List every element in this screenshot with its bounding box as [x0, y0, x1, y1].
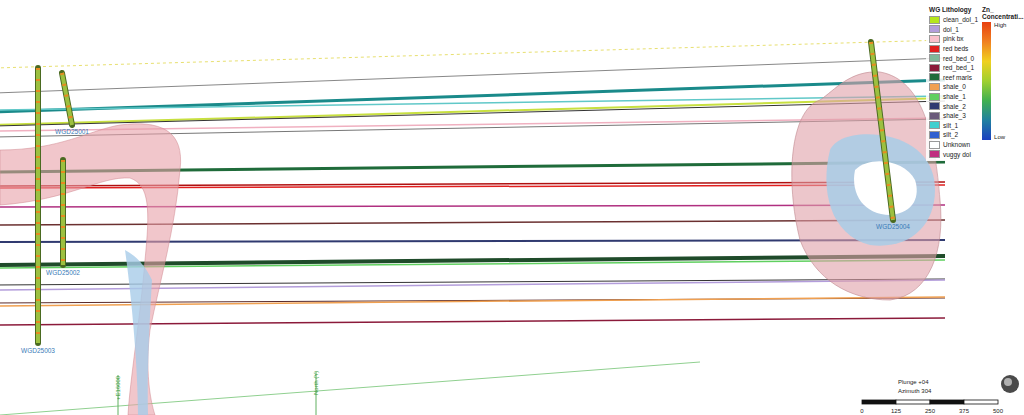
legend-swatch — [929, 141, 940, 149]
axis-label: North (Y) — [313, 371, 319, 395]
legend-swatch — [929, 25, 940, 33]
legend-panel: WG Lithology clean_dol_1dol_1pink bxred b… — [926, 4, 1024, 161]
drillhole-assay — [871, 42, 893, 220]
colorbar-low: Low — [994, 134, 1006, 140]
scale-bar — [862, 400, 998, 404]
legend-swatch — [929, 16, 940, 24]
pink-mesh[interactable] — [792, 72, 941, 300]
horizon-surface[interactable] — [0, 58, 945, 93]
pink-mesh[interactable] — [0, 124, 181, 415]
legend-item[interactable]: reef marls — [929, 73, 978, 83]
blue-mesh[interactable] — [125, 250, 152, 415]
drillhole[interactable] — [60, 160, 66, 265]
legend-swatch — [929, 131, 940, 139]
viewer[interactable]: WGD25003 WGD25001 WGD25002 WGD25004 +E16000 N… — [0, 0, 1024, 415]
drillhole-assay — [62, 73, 72, 125]
legend-item[interactable]: silt_1 — [929, 121, 978, 131]
colorbar-high: High — [994, 22, 1006, 28]
legend-item[interactable]: shale_3 — [929, 111, 978, 121]
drillhole-core — [871, 42, 893, 220]
legend-swatch — [929, 73, 940, 81]
legend-title: WG Lithology — [929, 6, 978, 13]
drillhole-core — [36, 68, 40, 343]
drillhole-label[interactable]: WGD25001 — [55, 128, 89, 135]
legend-swatch — [929, 54, 940, 62]
legend-swatch — [929, 83, 940, 91]
legend-item[interactable]: silt_2 — [929, 130, 978, 140]
legend-item[interactable]: red beds — [929, 44, 978, 54]
legend-item[interactable]: shale_1 — [929, 92, 978, 102]
legend-swatch — [929, 102, 940, 110]
legend-item[interactable]: shale_0 — [929, 82, 978, 92]
legend-swatch — [929, 45, 940, 53]
drillhole-assay — [36, 68, 40, 343]
legend-item[interactable]: dol_1 — [929, 25, 978, 35]
legend-swatch — [929, 121, 940, 129]
drillhole-label[interactable]: WGD25002 — [46, 269, 80, 276]
legend-item[interactable]: pink bx — [929, 34, 978, 44]
horizon-surface[interactable] — [0, 80, 945, 112]
scene-canvas[interactable]: WGD25003 WGD25001 WGD25002 WGD25004 +E16000 N… — [0, 0, 1024, 415]
scale-label: 500 — [993, 408, 1004, 414]
legend-swatch — [929, 150, 940, 158]
scale-label: 250 — [925, 408, 936, 414]
legend-swatch — [929, 64, 940, 72]
colorbar-title: Zn_Concentrati... — [982, 6, 1024, 20]
scale-label: 375 — [959, 408, 970, 414]
colorbar — [982, 22, 991, 140]
scale-label: 0 — [860, 408, 864, 414]
plunge-label: Plunge +04 — [898, 379, 929, 385]
azimuth-label: Azimuth 304 — [898, 388, 932, 394]
legend-swatch — [929, 93, 940, 101]
axis-label: +E16000 — [115, 375, 121, 400]
drillhole-core — [62, 73, 72, 125]
horizon-surface[interactable] — [0, 40, 945, 68]
drillhole-core — [61, 160, 65, 265]
drillhole-assay — [61, 160, 65, 265]
legend-swatch — [929, 35, 940, 43]
legend-item[interactable]: red_bed_0 — [929, 53, 978, 63]
drillhole-label[interactable]: WGD25003 — [21, 347, 55, 354]
blue-mesh[interactable] — [826, 134, 935, 245]
legend-swatch — [929, 112, 940, 120]
drillhole[interactable] — [35, 68, 41, 343]
legend-item[interactable]: clean_dol_1 — [929, 15, 978, 25]
scale-label: 125 — [891, 408, 902, 414]
drillhole-label[interactable]: WGD25004 — [876, 223, 910, 230]
legend-item[interactable]: shale_2 — [929, 101, 978, 111]
grid-line — [0, 362, 700, 415]
legend-item[interactable]: vuggy dol — [929, 149, 978, 159]
legend-item[interactable]: red_bed_1 — [929, 63, 978, 73]
compass-icon[interactable] — [1001, 375, 1019, 393]
legend-item[interactable]: Unknown — [929, 140, 978, 150]
drillhole[interactable] — [62, 73, 72, 125]
drillhole[interactable] — [871, 42, 893, 220]
